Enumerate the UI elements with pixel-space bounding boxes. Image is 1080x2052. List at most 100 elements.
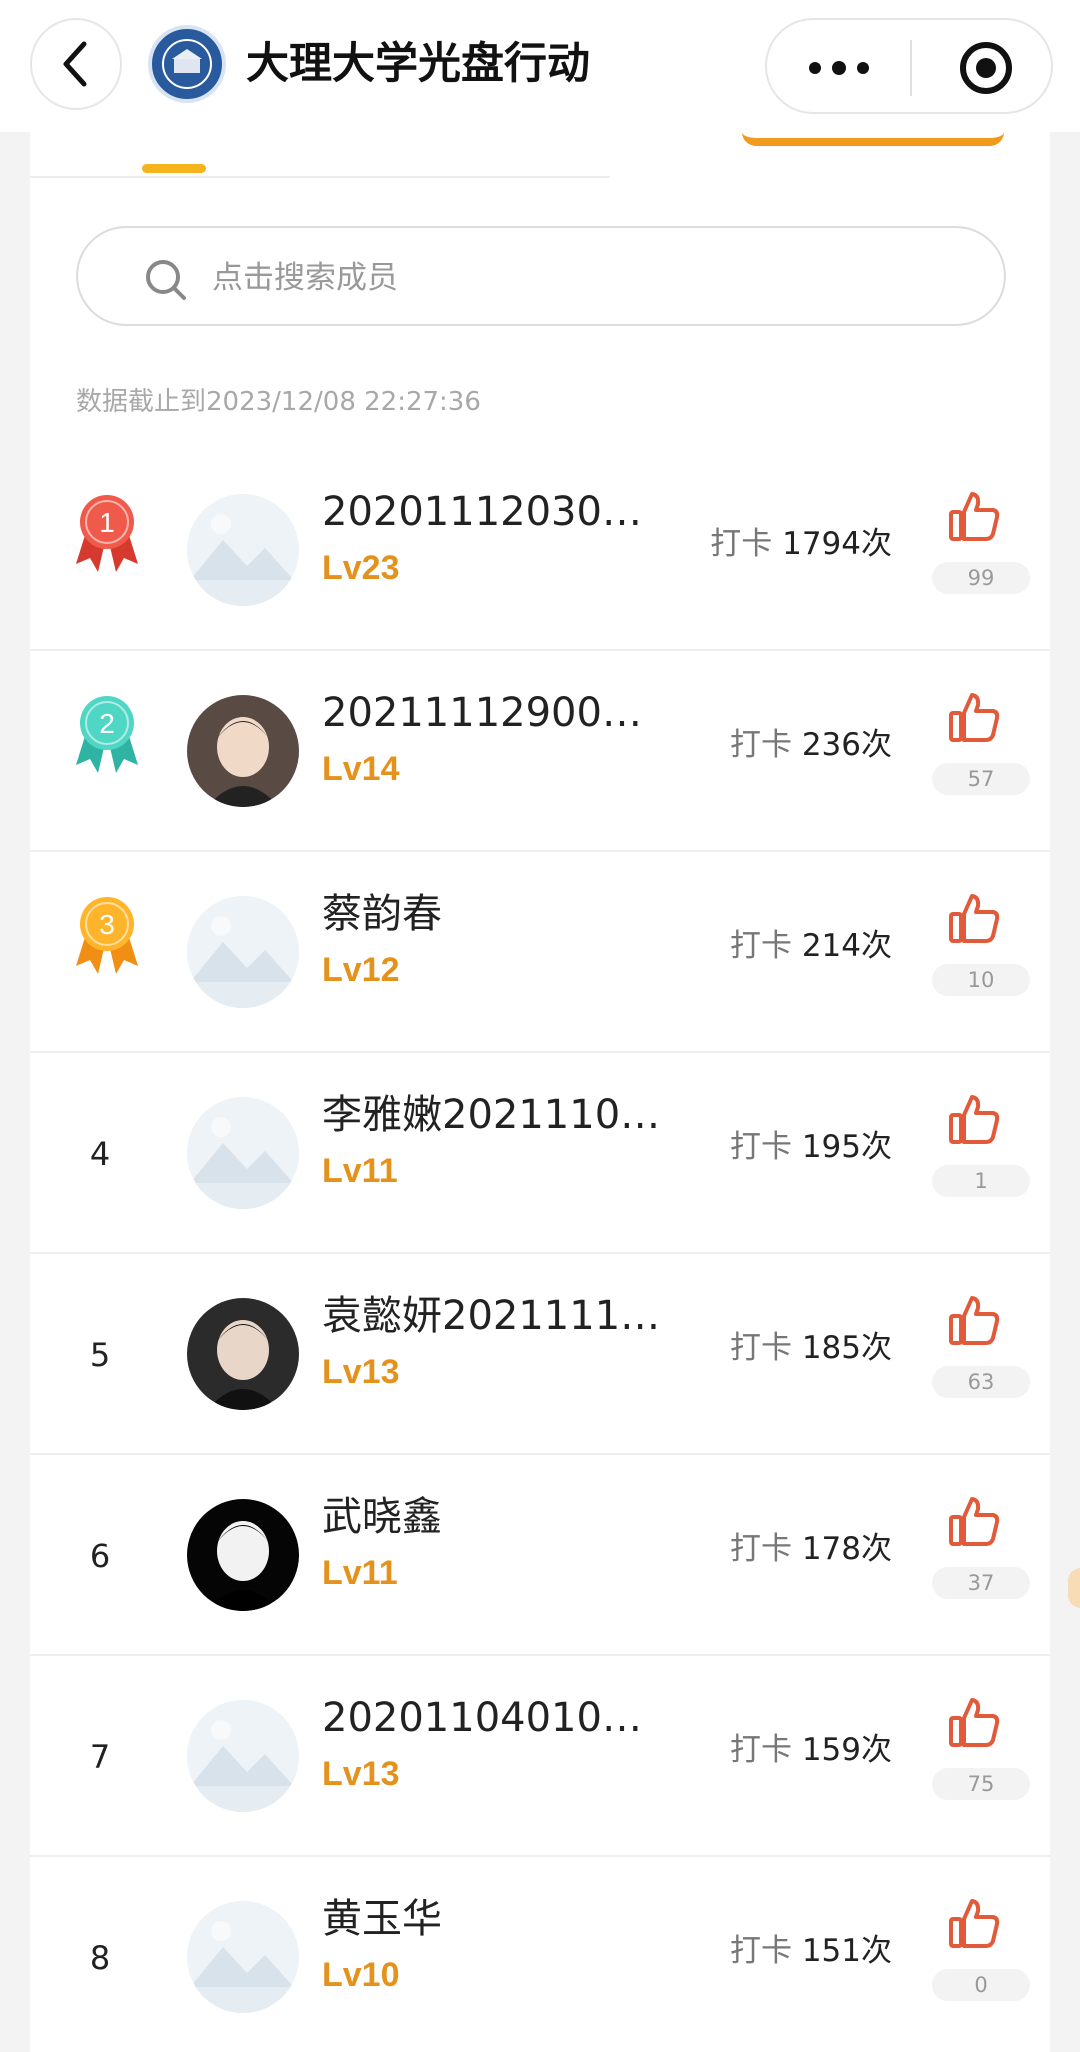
- checkin-count: 打卡 178次: [730, 1527, 892, 1571]
- member-name: 202111129001…: [322, 690, 662, 736]
- like-count: 57: [932, 763, 1030, 795]
- floating-side-button[interactable]: [1068, 1568, 1080, 1608]
- member-level: Lv14: [322, 750, 400, 788]
- member-name: 黄玉华: [322, 1896, 442, 1942]
- checkin-label: 打卡: [729, 1129, 792, 1165]
- search-icon: [146, 260, 186, 300]
- tab-divider: [30, 176, 610, 178]
- checkin-label: 打卡: [729, 1531, 792, 1567]
- thumbs-up-icon[interactable]: [948, 1294, 1000, 1346]
- thumbs-up-icon[interactable]: [948, 892, 1000, 944]
- page-title: 大理大学光盘行动: [246, 39, 590, 89]
- thumbs-up-icon[interactable]: [948, 1897, 1000, 1949]
- rank-medal-icon: 2: [72, 693, 142, 775]
- chevron-left-icon: [63, 41, 87, 87]
- member-level: Lv13: [322, 1353, 400, 1391]
- member-row[interactable]: 7 202011040101… Lv13 打卡 159次 75: [30, 1656, 1050, 1857]
- like-count: 10: [932, 964, 1030, 996]
- member-level: Lv11: [322, 1554, 398, 1592]
- like-count: 75: [932, 1768, 1030, 1800]
- checkin-label: 打卡: [729, 1933, 792, 1969]
- member-level: Lv11: [322, 1152, 398, 1190]
- rank-medal-icon: 3: [72, 894, 142, 976]
- more-dots-icon[interactable]: [809, 56, 869, 80]
- member-ranking-list: 1 202011120302… Lv23 打卡 1794次 99 2 20211112900…: [30, 450, 1050, 2052]
- ranking-card: 数据截止到2023/12/08 22:27:36 1 202011120302… L…: [30, 132, 1050, 2052]
- member-row[interactable]: 6 武晓鑫 Lv11 打卡 178次 37: [30, 1455, 1050, 1656]
- checkin-count: 打卡 185次: [730, 1326, 892, 1370]
- active-tab-indicator: [142, 164, 206, 173]
- avatar[interactable]: [187, 896, 299, 1008]
- like-count: 0: [932, 1969, 1030, 2001]
- svg-text:2: 2: [99, 708, 115, 739]
- avatar[interactable]: [187, 494, 299, 606]
- checkin-label: 打卡: [729, 928, 792, 964]
- member-level: Lv10: [322, 1956, 400, 1994]
- avatar[interactable]: [187, 695, 299, 807]
- avatar[interactable]: [187, 1700, 299, 1812]
- svg-text:3: 3: [99, 909, 115, 940]
- member-row[interactable]: 8 黄玉华 Lv10 打卡 151次 0: [30, 1857, 1050, 2052]
- member-name: 李雅嫩2021110…: [322, 1092, 661, 1138]
- rank-number: 8: [89, 1938, 111, 1977]
- rank-number: 6: [89, 1536, 111, 1575]
- checkin-count: 打卡 159次: [730, 1728, 892, 1772]
- rank-medal-icon: 1: [72, 492, 142, 574]
- university-logo: [148, 25, 226, 103]
- checkin-value: 1794次: [782, 526, 892, 562]
- member-level: Lv13: [322, 1755, 400, 1793]
- member-row[interactable]: 3 蔡韵春 Lv12 打卡 214次 10: [30, 852, 1050, 1053]
- like-count: 37: [932, 1567, 1030, 1599]
- member-name: 袁懿妍2021111…: [322, 1293, 661, 1339]
- checkin-count: 打卡 236次: [730, 723, 892, 767]
- thumbs-up-icon[interactable]: [948, 1495, 1000, 1547]
- rank-number: 7: [89, 1737, 111, 1776]
- checkin-count: 打卡 214次: [730, 924, 892, 968]
- avatar[interactable]: [187, 1097, 299, 1209]
- top-nav-bar: 大理大学光盘行动: [0, 0, 1080, 132]
- member-row[interactable]: 2 202111129001… Lv14 打卡 236次 57: [30, 651, 1050, 852]
- checkin-count: 打卡 1794次: [710, 522, 892, 566]
- rank-number: 4: [89, 1134, 111, 1173]
- member-name: 蔡韵春: [322, 891, 442, 937]
- member-level: Lv12: [322, 951, 400, 989]
- mini-program-capsule: [765, 18, 1053, 114]
- member-name: 武晓鑫: [322, 1494, 442, 1540]
- thumbs-up-icon[interactable]: [948, 1093, 1000, 1145]
- back-button[interactable]: [30, 18, 122, 110]
- thumbs-up-icon[interactable]: [948, 1696, 1000, 1748]
- rank-number: 5: [89, 1335, 111, 1374]
- like-count: 63: [932, 1366, 1030, 1398]
- member-row[interactable]: 4 李雅嫩2021110… Lv11 打卡 195次 1: [30, 1053, 1050, 1254]
- svg-text:1: 1: [99, 507, 115, 538]
- checkin-count: 打卡 151次: [730, 1929, 892, 1973]
- checkin-value: 178次: [801, 1531, 892, 1567]
- avatar[interactable]: [187, 1298, 299, 1410]
- thumbs-up-icon[interactable]: [948, 490, 1000, 542]
- checkin-value: 151次: [801, 1933, 892, 1969]
- checkin-label: 打卡: [729, 1330, 792, 1366]
- capsule-divider: [910, 40, 912, 96]
- like-count: 99: [932, 562, 1030, 594]
- target-icon[interactable]: [960, 42, 1012, 94]
- member-row[interactable]: 1 202011120302… Lv23 打卡 1794次 99: [30, 450, 1050, 651]
- checkin-count: 打卡 195次: [730, 1125, 892, 1169]
- member-level: Lv23: [322, 549, 400, 587]
- checkin-value: 214次: [801, 928, 892, 964]
- thumbs-up-icon[interactable]: [948, 691, 1000, 743]
- checkin-value: 185次: [801, 1330, 892, 1366]
- checkin-label: 打卡: [710, 526, 773, 562]
- checkin-value: 195次: [801, 1129, 892, 1165]
- member-row[interactable]: 5 袁懿妍2021111… Lv13 打卡 185次 63: [30, 1254, 1050, 1455]
- avatar[interactable]: [187, 1499, 299, 1611]
- avatar[interactable]: [187, 1901, 299, 2013]
- checkin-value: 236次: [801, 727, 892, 763]
- tab-switch-decoration: [742, 132, 1004, 146]
- member-name: 202011120302…: [322, 489, 662, 535]
- checkin-label: 打卡: [729, 727, 792, 763]
- like-count: 1: [932, 1165, 1030, 1197]
- search-bar[interactable]: [76, 226, 1006, 326]
- member-name: 202011040101…: [322, 1695, 662, 1741]
- search-input[interactable]: [212, 254, 912, 302]
- checkin-label: 打卡: [729, 1732, 792, 1768]
